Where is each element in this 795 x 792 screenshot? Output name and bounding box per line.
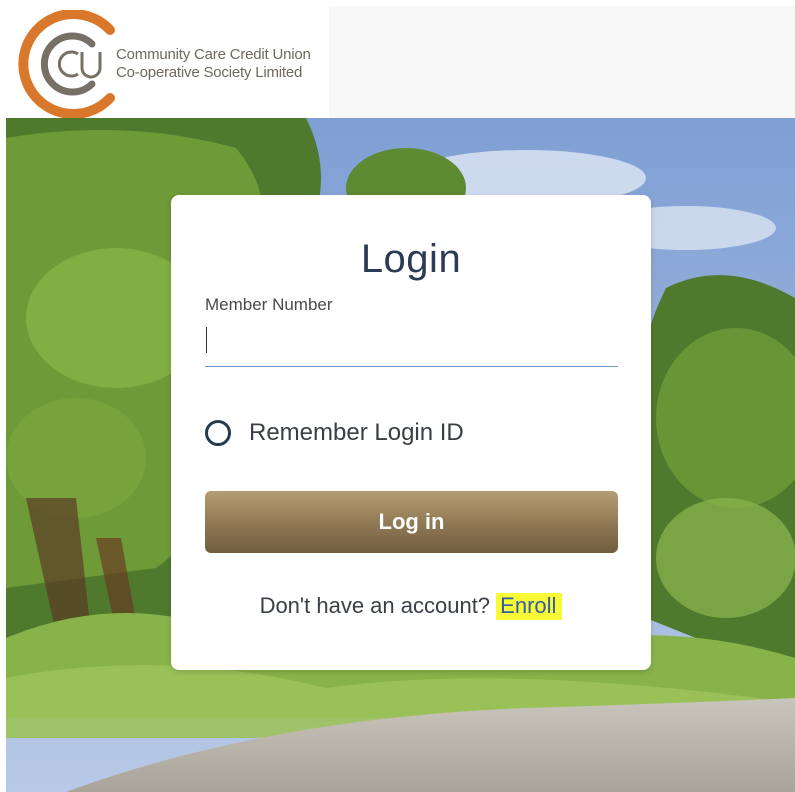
enroll-prompt: Don't have an account? Enroll xyxy=(171,593,651,620)
brand-line-1: Community Care Credit Union xyxy=(116,46,311,63)
remember-login-toggle[interactable]: Remember Login ID xyxy=(205,419,464,447)
header: Community Care Credit Union Co-operative… xyxy=(6,6,795,118)
enroll-link[interactable]: Enroll xyxy=(496,593,563,620)
login-button[interactable]: Log in xyxy=(205,491,618,553)
login-card: Login Member Number Remember Login ID Lo… xyxy=(171,195,651,670)
text-cursor xyxy=(206,327,207,353)
member-number-label: Member Number xyxy=(205,295,333,314)
logo[interactable]: Community Care Credit Union Co-operative… xyxy=(6,6,329,118)
page-title: Login xyxy=(360,237,462,281)
remember-login-label: Remember Login ID xyxy=(249,419,464,446)
signup-prompt-text: Don't have an account? xyxy=(259,593,491,618)
radio-unchecked-icon[interactable] xyxy=(205,420,231,446)
brand-line-2: Co-operative Society Limited xyxy=(116,64,303,81)
brand-name: Community Care Credit Union Co-operative… xyxy=(116,46,311,82)
header-spacer xyxy=(329,6,795,118)
ccu-logo-icon xyxy=(18,10,115,118)
member-number-input[interactable] xyxy=(205,319,618,367)
